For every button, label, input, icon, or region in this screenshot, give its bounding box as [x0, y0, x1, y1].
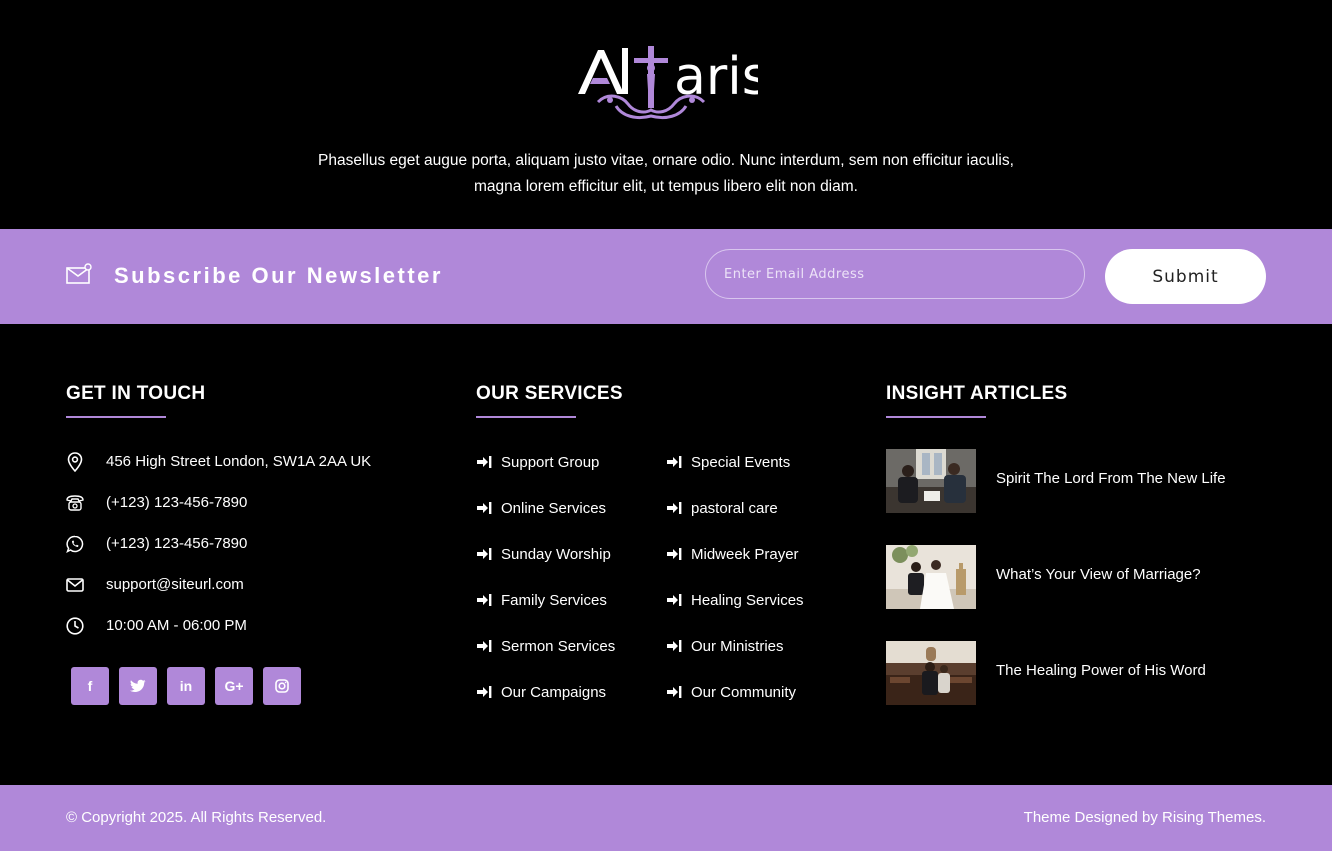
sign-in-arrow-icon	[667, 640, 682, 652]
contact-phone-text: (+123) 123-456-7890	[106, 494, 248, 511]
sign-in-arrow-icon	[667, 686, 682, 698]
service-link-label[interactable]: Sunday Worship	[501, 546, 611, 563]
article-thumbnail[interactable]	[886, 545, 976, 609]
services-heading: OUR SERVICES	[476, 383, 623, 404]
article-item[interactable]: What’s Your View of Marriage?	[886, 545, 1266, 609]
sign-in-arrow-icon	[477, 456, 492, 468]
service-link[interactable]: Sermon Services	[476, 636, 615, 656]
linkedin-icon[interactable]: in	[167, 667, 205, 705]
service-link[interactable]: Special Events	[666, 452, 790, 472]
article-thumbnail[interactable]	[886, 449, 976, 513]
envelope-icon	[66, 263, 92, 284]
sign-in-arrow-icon	[477, 686, 492, 698]
site-logo[interactable]: aris	[576, 40, 758, 122]
map-pin-icon	[66, 452, 84, 472]
newsletter-email-input[interactable]	[705, 249, 1085, 299]
footer-brand-section: aris Phasellus eget augue porta, aliquam…	[0, 0, 1332, 229]
contact-whatsapp-text: (+123) 123-456-7890	[106, 535, 248, 552]
copyright-bar: © Copyright 2025. All Rights Reserved. T…	[0, 785, 1332, 851]
logo-ornament-icon: aris	[578, 46, 758, 120]
twitter-icon[interactable]	[119, 667, 157, 705]
contact-heading: GET IN TOUCH	[66, 383, 206, 404]
service-link[interactable]: Support Group	[476, 452, 599, 472]
contact-hours-text: 10:00 AM - 06:00 PM	[106, 617, 247, 634]
newsletter-title: Subscribe Our Newsletter	[114, 263, 443, 288]
service-link-label[interactable]: Our Campaigns	[501, 684, 606, 701]
article-item[interactable]: The Healing Power of His Word	[886, 641, 1266, 705]
copyright-text: © Copyright 2025. All Rights Reserved.	[66, 809, 327, 826]
service-link[interactable]: Family Services	[476, 590, 607, 610]
phone-icon	[66, 493, 84, 513]
sign-in-arrow-icon	[667, 456, 682, 468]
article-item[interactable]: Spirit The Lord From The New Life	[886, 449, 1266, 513]
envelope-icon	[66, 575, 84, 595]
service-link[interactable]: Midweek Prayer	[666, 544, 799, 564]
services-heading-underline	[476, 416, 576, 418]
service-link-label[interactable]: Healing Services	[691, 592, 804, 609]
service-link-label[interactable]: Sermon Services	[501, 638, 615, 655]
facebook-icon[interactable]: f	[71, 667, 109, 705]
clock-icon	[66, 616, 84, 636]
service-link-label[interactable]: Family Services	[501, 592, 607, 609]
sign-in-arrow-icon	[667, 548, 682, 560]
sign-in-arrow-icon	[477, 502, 492, 514]
contact-address-text: 456 High Street London, SW1A 2AA UK	[106, 453, 372, 470]
service-link[interactable]: Our Community	[666, 682, 796, 702]
service-link[interactable]: Healing Services	[666, 590, 804, 610]
newsletter-submit-button[interactable]: Submit	[1105, 249, 1266, 304]
contact-email-text: support@siteurl.com	[106, 576, 244, 593]
service-link-label[interactable]: Our Community	[691, 684, 796, 701]
article-title[interactable]: Spirit The Lord From The New Life	[996, 470, 1226, 487]
service-link-label[interactable]: pastoral care	[691, 500, 778, 517]
articles-heading: INSIGHT ARTICLES	[886, 383, 1068, 404]
service-link-label[interactable]: Special Events	[691, 454, 790, 471]
service-link[interactable]: pastoral care	[666, 498, 778, 518]
article-thumbnail[interactable]	[886, 641, 976, 705]
sign-in-arrow-icon	[477, 640, 492, 652]
service-link-label[interactable]: Online Services	[501, 500, 606, 517]
instagram-icon[interactable]	[263, 667, 301, 705]
newsletter-bar: Subscribe Our Newsletter Submit	[0, 229, 1332, 324]
sign-in-arrow-icon	[477, 594, 492, 606]
sign-in-arrow-icon	[667, 594, 682, 606]
service-link[interactable]: Our Campaigns	[476, 682, 606, 702]
articles-heading-underline	[886, 416, 986, 418]
article-title[interactable]: What’s Your View of Marriage?	[996, 566, 1201, 583]
whatsapp-icon	[66, 534, 84, 554]
sign-in-arrow-icon	[667, 502, 682, 514]
contact-heading-underline	[66, 416, 166, 418]
theme-credit-link[interactable]: Theme Designed by Rising Themes.	[1024, 809, 1266, 826]
service-link[interactable]: Online Services	[476, 498, 606, 518]
service-link[interactable]: Sunday Worship	[476, 544, 611, 564]
svg-text:aris: aris	[674, 47, 758, 107]
footer-tagline: Phasellus eget augue porta, aliquam just…	[318, 152, 1014, 195]
google-plus-icon[interactable]: G+	[215, 667, 253, 705]
service-link-label[interactable]: Support Group	[501, 454, 599, 471]
service-link[interactable]: Our Ministries	[666, 636, 784, 656]
service-link-label[interactable]: Midweek Prayer	[691, 546, 799, 563]
sign-in-arrow-icon	[477, 548, 492, 560]
article-title[interactable]: The Healing Power of His Word	[996, 662, 1206, 679]
service-link-label[interactable]: Our Ministries	[691, 638, 784, 655]
